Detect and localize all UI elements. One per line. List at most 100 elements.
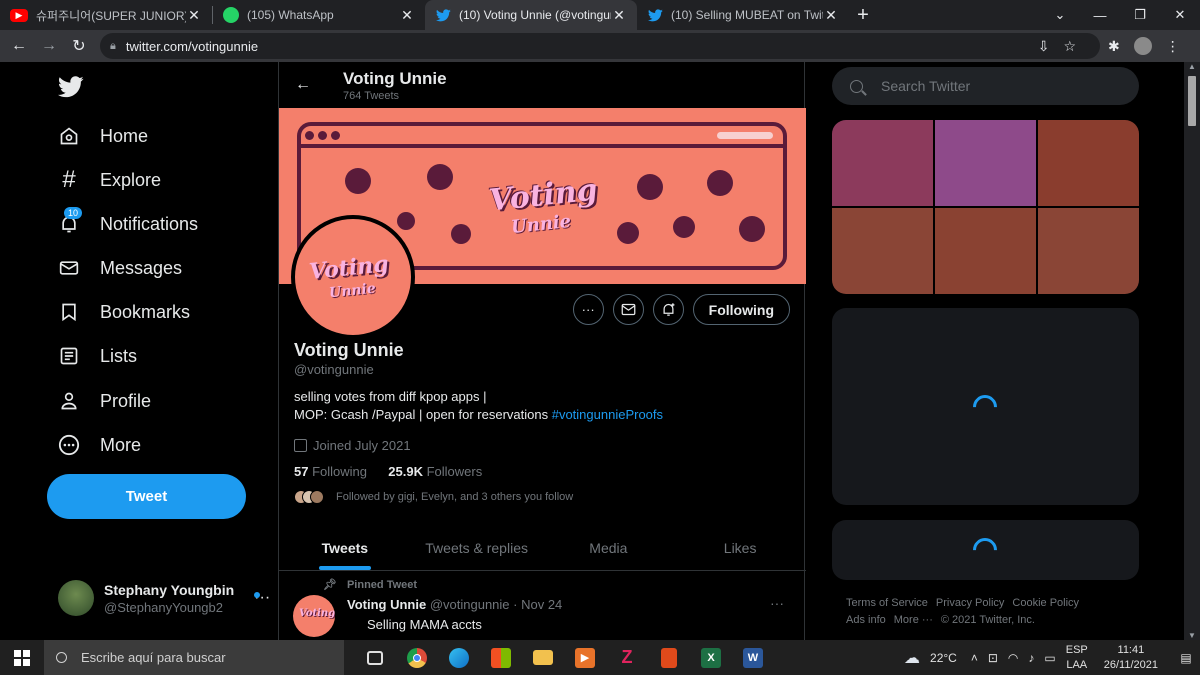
twitter-logo-icon[interactable] bbox=[57, 76, 84, 98]
tab-search-icon[interactable]: ⌄ bbox=[1040, 0, 1080, 30]
footer-link[interactable]: More ··· bbox=[894, 614, 933, 626]
close-icon[interactable]: ✕ bbox=[186, 7, 202, 24]
tweet-author-name[interactable]: Voting Unnie bbox=[347, 597, 426, 612]
profile-avatar[interactable] bbox=[1133, 37, 1152, 55]
avatar[interactable]: Voting bbox=[293, 595, 335, 637]
edge-icon[interactable] bbox=[438, 640, 480, 675]
nav-item-messages[interactable]: Messages bbox=[58, 248, 182, 288]
nav-item-notifications[interactable]: 10 Notifications bbox=[58, 204, 198, 244]
media-player-icon[interactable]: ▶ bbox=[564, 640, 606, 675]
office-icon[interactable] bbox=[648, 640, 690, 675]
footer-link[interactable]: Terms of Service bbox=[846, 597, 928, 609]
chrome-icon[interactable] bbox=[396, 640, 438, 675]
account-handle: @StephanyYoungb2 bbox=[104, 599, 223, 615]
footer-link[interactable]: Cookie Policy bbox=[1012, 597, 1079, 609]
tweet-date[interactable]: Nov 24 bbox=[521, 597, 562, 612]
profile-tabs: Tweets Tweets & replies Media Likes bbox=[279, 526, 806, 571]
windows-start-icon[interactable] bbox=[0, 640, 44, 675]
chevron-up-icon[interactable]: ˄ bbox=[971, 651, 978, 665]
tweet-text: Selling MAMA accts bbox=[367, 617, 482, 632]
notification-center-icon[interactable]: ▤ bbox=[1172, 651, 1200, 665]
browser-tab-selling-mubeat[interactable]: (10) Selling MUBEAT on Twitter: " ✕ bbox=[637, 0, 849, 30]
calendar-icon bbox=[294, 439, 307, 452]
notify-button[interactable] bbox=[652, 294, 684, 325]
word-label: W bbox=[743, 647, 763, 668]
reload-button[interactable]: ↻ bbox=[64, 36, 94, 56]
browser-tab-youtube[interactable]: ▶ 슈퍼주니어(SUPER JUNIOR) - Bu ✕ bbox=[0, 0, 212, 30]
banner-window-dots bbox=[301, 126, 783, 145]
hashtag-link[interactable]: #votingunnieProofs bbox=[552, 407, 663, 422]
media-thumbnail[interactable] bbox=[832, 208, 933, 294]
nav-item-bookmarks[interactable]: Bookmarks bbox=[58, 292, 190, 332]
media-thumbnail[interactable] bbox=[935, 208, 1036, 294]
z-app-icon[interactable]: Z bbox=[606, 640, 648, 675]
address-bar[interactable]: 🔒︎ twitter.com/votingunnie ⇩☆ bbox=[100, 33, 1100, 59]
wifi-icon[interactable]: ◠ bbox=[1008, 651, 1018, 665]
store-icon[interactable] bbox=[480, 640, 522, 675]
more-dots-icon[interactable]: ··· bbox=[770, 595, 784, 611]
close-icon[interactable]: ✕ bbox=[611, 7, 627, 24]
media-thumbnail[interactable] bbox=[832, 120, 933, 206]
forward-button[interactable]: → bbox=[34, 37, 64, 55]
lock-icon[interactable]: 🔒︎ bbox=[110, 40, 116, 53]
weather-cloud-icon[interactable]: ☁ bbox=[904, 648, 920, 668]
scroll-down-icon[interactable]: ▼ bbox=[1184, 631, 1200, 640]
nav-item-explore[interactable]: # Explore bbox=[58, 160, 161, 200]
close-icon[interactable]: ✕ bbox=[399, 7, 415, 24]
tab-media[interactable]: Media bbox=[543, 526, 675, 570]
tab-tweets[interactable]: Tweets bbox=[279, 526, 411, 570]
chrome-menu-icon[interactable]: ⋮ bbox=[1166, 38, 1180, 55]
scrollbar-thumb[interactable] bbox=[1188, 76, 1196, 126]
browser-tab-voting-unnie[interactable]: (10) Voting Unnie (@votingunnie ✕ bbox=[425, 0, 637, 30]
minimize-button[interactable]: — bbox=[1080, 0, 1120, 30]
profile-avatar[interactable]: Voting Unnie bbox=[291, 215, 415, 339]
media-thumbnail[interactable] bbox=[1038, 208, 1139, 294]
taskbar-search[interactable]: Escribe aquí para buscar bbox=[44, 640, 344, 675]
media-thumbnail[interactable] bbox=[1038, 120, 1139, 206]
battery-icon[interactable]: ▭ bbox=[1044, 651, 1055, 665]
footer-link[interactable]: Ads info bbox=[846, 614, 886, 626]
following-count: 57 bbox=[294, 464, 309, 479]
following-button[interactable]: Following bbox=[692, 294, 790, 325]
excel-icon[interactable]: X bbox=[690, 640, 732, 675]
account-switcher[interactable]: Stephany Youngbin @StephanyYoungb2 ··· bbox=[58, 580, 270, 616]
close-window-button[interactable]: ✕ bbox=[1160, 0, 1200, 30]
tab-likes[interactable]: Likes bbox=[674, 526, 806, 570]
following-link[interactable]: 57 Following bbox=[294, 464, 367, 479]
extensions-icon[interactable]: ✱ bbox=[1108, 38, 1120, 55]
footer-link[interactable]: Privacy Policy bbox=[936, 597, 1004, 609]
back-arrow-icon[interactable]: ← bbox=[295, 76, 311, 94]
media-thumbnail[interactable] bbox=[935, 120, 1036, 206]
profile-handle: @votingunnie bbox=[294, 362, 374, 377]
volume-icon[interactable]: ♪ bbox=[1028, 651, 1034, 665]
browser-tab-whatsapp[interactable]: (105) WhatsApp ✕ bbox=[213, 0, 425, 30]
restore-button[interactable]: ❐ bbox=[1120, 0, 1160, 30]
new-tab-button[interactable]: + bbox=[849, 0, 877, 30]
nav-item-profile[interactable]: Profile bbox=[58, 381, 151, 421]
language-indicator[interactable]: ESP LAA bbox=[1066, 643, 1088, 673]
browser-tab-strip: ▶ 슈퍼주니어(SUPER JUNIOR) - Bu ✕ (105) Whats… bbox=[0, 0, 1200, 30]
followers-link[interactable]: 25.9K Followers bbox=[388, 464, 482, 479]
search-box[interactable]: Search Twitter bbox=[832, 67, 1139, 105]
system-clock[interactable]: 11:41 26/11/2021 bbox=[1104, 643, 1158, 673]
app-logo-icon bbox=[617, 222, 639, 244]
followed-by[interactable]: Followed by gigi, Evelyn, and 3 others y… bbox=[294, 490, 573, 504]
message-button[interactable] bbox=[612, 294, 644, 325]
more-options-button[interactable]: ··· bbox=[572, 294, 604, 325]
nav-item-home[interactable]: Home bbox=[58, 116, 148, 156]
envelope-icon bbox=[621, 303, 636, 316]
folder-icon[interactable] bbox=[522, 640, 564, 675]
tweet-button[interactable]: Tweet bbox=[47, 474, 246, 519]
page-scrollbar[interactable]: ▲ ▼ bbox=[1184, 62, 1200, 640]
install-and-bookmark-icons[interactable]: ⇩☆ bbox=[1038, 38, 1090, 55]
back-button[interactable]: ← bbox=[4, 37, 34, 55]
word-icon[interactable]: W bbox=[732, 640, 774, 675]
nav-item-more[interactable]: More bbox=[58, 425, 141, 465]
tab-tweets-replies[interactable]: Tweets & replies bbox=[411, 526, 543, 570]
close-icon[interactable]: ✕ bbox=[823, 7, 839, 24]
scroll-up-icon[interactable]: ▲ bbox=[1184, 62, 1200, 71]
weather-temperature[interactable]: 22°C bbox=[930, 651, 957, 665]
meet-now-icon[interactable]: ⊡ bbox=[988, 651, 998, 665]
nav-item-lists[interactable]: Lists bbox=[58, 336, 137, 376]
task-view-icon[interactable] bbox=[354, 640, 396, 675]
